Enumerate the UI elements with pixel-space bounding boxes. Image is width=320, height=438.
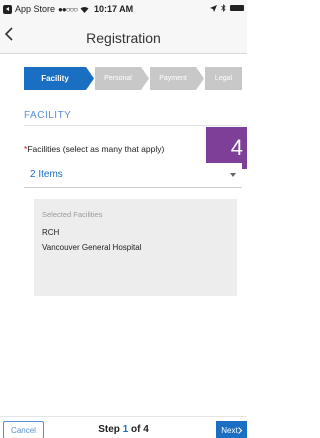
step-counter: Step 1 of 4 (0, 424, 247, 435)
step-arrow-2 (141, 67, 149, 90)
wifi-icon (80, 6, 89, 13)
page-title: Registration (86, 30, 161, 46)
facilities-label-text: Facilities (select as many that apply) (27, 144, 165, 154)
step-counter-suffix: of 4 (128, 424, 149, 435)
step-legal[interactable]: Legal (205, 67, 242, 90)
status-left: App Store ●●○○○ (3, 4, 89, 14)
facilities-select-value[interactable]: 2 Items (30, 169, 63, 180)
section-heading: FACILITY (24, 110, 72, 121)
section-divider (24, 125, 242, 126)
step-arrow-3 (196, 67, 204, 90)
step-arrow-1 (86, 67, 94, 90)
back-to-app-label[interactable]: App Store (15, 4, 55, 14)
caret-down-icon[interactable] (230, 173, 236, 177)
step-facility[interactable]: Facility (24, 67, 86, 90)
step-counter-prefix: Step (98, 424, 123, 435)
bluetooth-icon (221, 4, 226, 12)
selected-facilities-panel: Selected Facilities RCH Vancouver Genera… (34, 199, 237, 296)
bottom-toolbar: Cancel Step 1 of 4 Next (0, 416, 247, 438)
chevron-right-icon[interactable] (237, 426, 242, 434)
next-button[interactable]: Next (216, 421, 247, 438)
back-to-app-icon[interactable] (3, 4, 12, 14)
location-arrow-icon (210, 4, 217, 12)
facilities-select[interactable]: 2 Items (24, 163, 242, 188)
step-personal[interactable]: Personal (95, 67, 141, 90)
step-payment[interactable]: Payment (150, 67, 196, 90)
next-button-label[interactable]: Next (221, 426, 237, 435)
selected-facility-item: Vancouver General Hospital (42, 243, 142, 252)
nav-bar: Registration (0, 20, 247, 54)
facilities-field-label: *Facilities (select as many that apply) (24, 144, 164, 154)
status-bar: App Store ●●○○○ 10:17 AM (0, 0, 247, 20)
battery-icon (230, 5, 244, 11)
status-time: 10:17 AM (94, 4, 134, 14)
status-right (210, 4, 244, 12)
progress-stepper: Facility Personal Payment Legal (24, 67, 242, 90)
selected-facility-item: RCH (42, 228, 60, 237)
signal-strength: ●●○○○ (58, 4, 78, 14)
selected-facilities-title: Selected Facilities (42, 210, 103, 219)
